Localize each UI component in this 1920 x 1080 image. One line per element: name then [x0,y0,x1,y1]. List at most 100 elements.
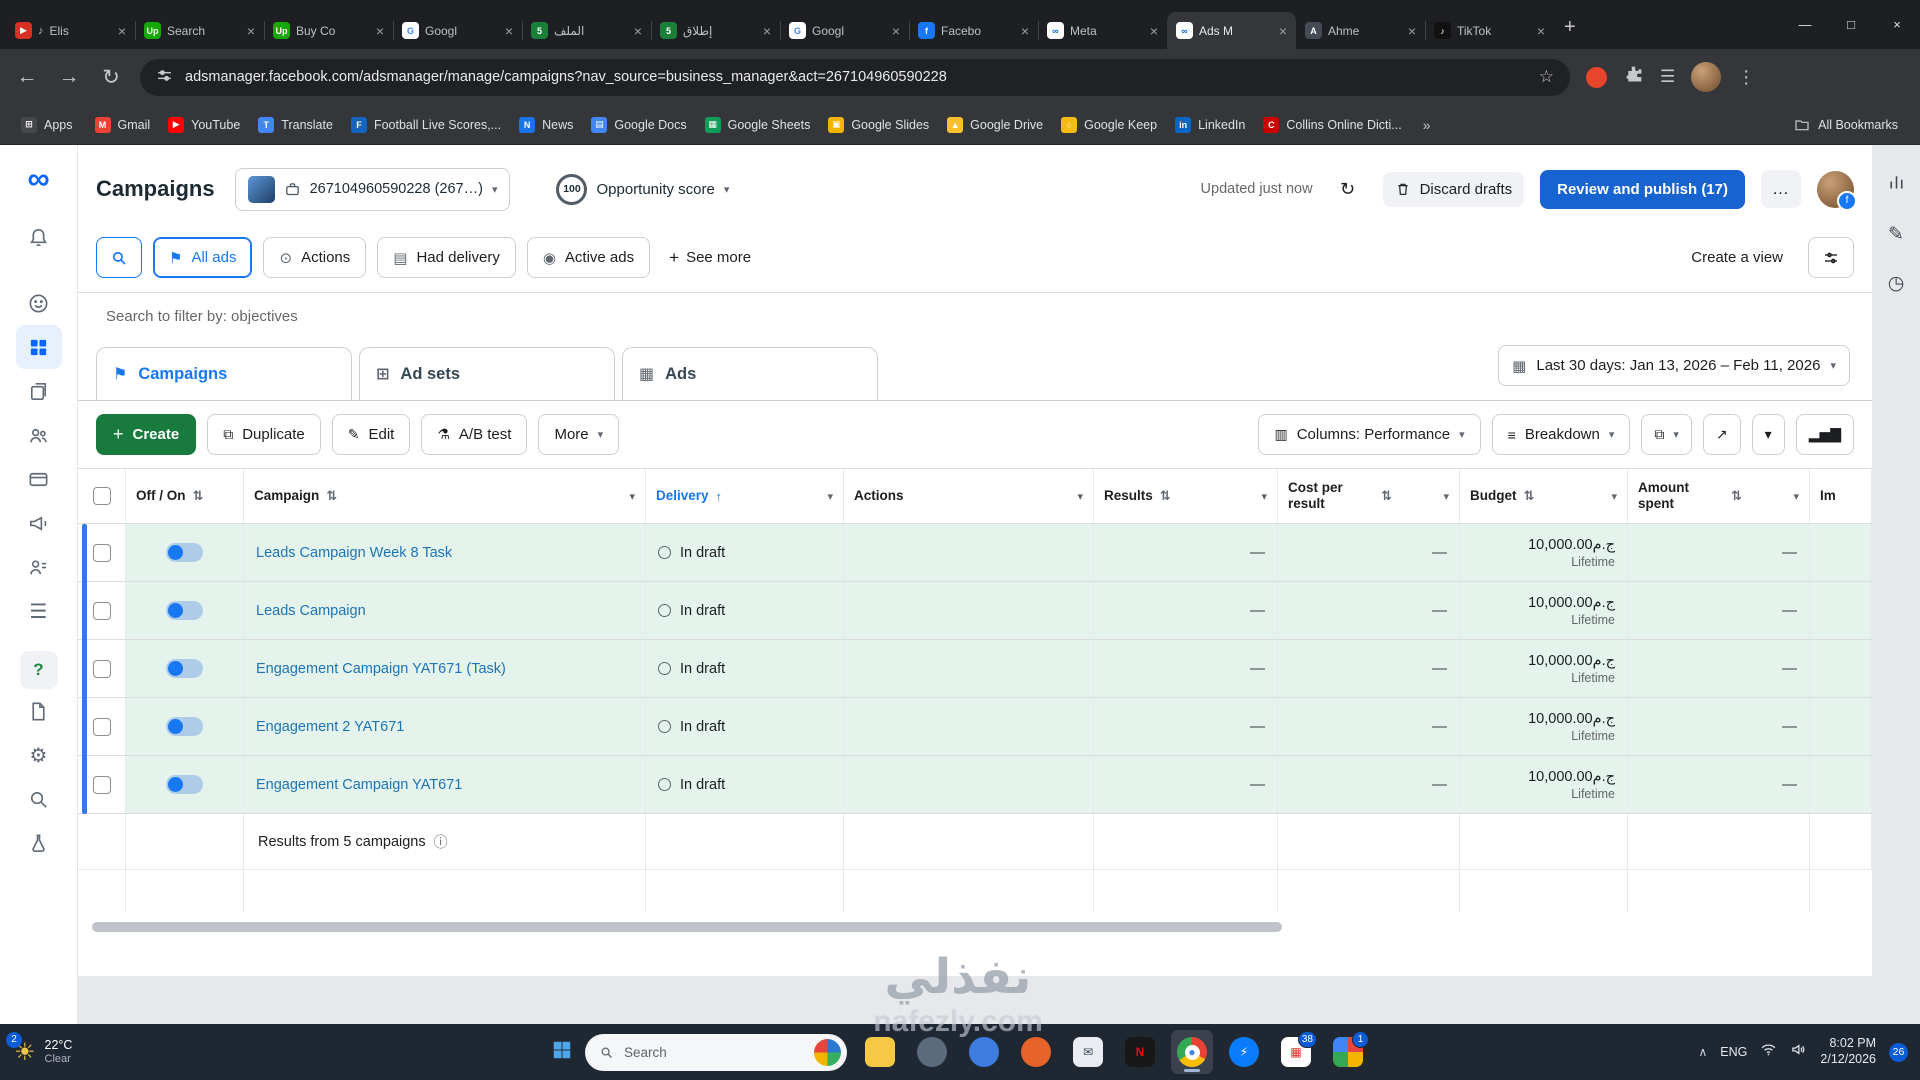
sort-icon[interactable]: ⇅ [326,488,337,504]
browser-tab[interactable]: ∞ Meta × [1038,12,1167,49]
ads-manager-icon[interactable] [15,325,62,369]
breakdown-button[interactable]: ≡ Breakdown ▾ [1491,414,1631,455]
browser-menu-icon[interactable]: ⋮ [1737,67,1755,88]
billing-card-icon[interactable] [16,457,62,501]
start-button[interactable] [551,1039,573,1066]
tab-close-icon[interactable]: × [1279,23,1287,39]
columns-button[interactable]: ▥ Columns: Performance ▾ [1258,414,1481,455]
docs-icon[interactable] [16,689,62,733]
notifications-bell-icon[interactable] [16,215,62,259]
taskbar-app-icon[interactable] [963,1030,1005,1074]
taskbar-app-icon[interactable] [859,1030,901,1074]
reading-list-icon[interactable]: ☰ [1660,67,1675,87]
see-more-button[interactable]: + See more [661,248,759,268]
help-icon[interactable]: ? [19,651,58,689]
bookmark-item[interactable]: T Translate [249,111,342,139]
column-menu-icon[interactable]: ▾ [827,490,833,503]
business-settings-icon[interactable] [16,545,62,589]
labs-flask-icon[interactable] [16,821,62,865]
sort-icon[interactable]: ⇅ [1731,488,1742,504]
history-clock-icon[interactable]: ◷ [1888,272,1905,295]
campaign-toggle[interactable] [166,543,203,562]
row-checkbox[interactable] [92,601,111,620]
bookmarks-overflow-icon[interactable]: » [1415,117,1439,133]
browser-tab[interactable]: ▶ ♪ Elis × [6,12,135,49]
sort-icon[interactable]: ⇅ [1160,488,1171,504]
tab-close-icon[interactable]: × [763,23,771,39]
column-menu-icon[interactable]: ▾ [1261,490,1267,503]
view-settings-button[interactable] [1808,237,1854,278]
column-menu-icon[interactable]: ▾ [1443,490,1449,503]
charts-icon[interactable] [1886,171,1907,197]
campaign-link[interactable]: Leads Campaign [256,603,366,619]
filter-search-button[interactable] [96,237,142,278]
campaign-toggle[interactable] [166,659,203,678]
column-header[interactable]: Delivery ↑ ▾ [646,469,844,523]
browser-tab[interactable]: 5 إطلاق × [651,12,780,49]
back-icon[interactable]: ← [14,65,40,89]
opportunity-score[interactable]: 100 Opportunity score ▾ [556,173,729,205]
tab-close-icon[interactable]: × [247,23,255,39]
bookmark-star-icon[interactable]: ☆ [1539,67,1554,87]
taskbar-app-icon[interactable]: ✉ [1067,1030,1109,1074]
window-control-button[interactable]: □ [1828,0,1874,49]
bookmark-item[interactable]: M Gmail [86,111,160,139]
bookmark-item[interactable]: ▶ YouTube [159,111,249,139]
bookmark-item[interactable]: in LinkedIn [1166,111,1254,139]
select-all-checkbox[interactable] [92,487,111,505]
taskbar-app-icon[interactable]: ● [1171,1030,1213,1074]
browser-tab[interactable]: Up Search × [135,12,264,49]
campaign-toggle[interactable] [166,717,203,736]
bookmark-item[interactable]: ▣ Google Slides [819,111,938,139]
sort-icon[interactable]: ⇅ [1381,488,1392,504]
taskbar-clock[interactable]: 8:02 PM 2/12/2026 [1820,1036,1876,1067]
toolbar-icon-button[interactable]: ↗ [1702,414,1741,455]
campaign-toggle[interactable] [166,775,203,794]
campaign-toggle[interactable] [166,601,203,620]
column-header[interactable]: Budget ⇅ ▾ [1460,469,1628,523]
new-tab-button[interactable]: + [1564,16,1576,39]
campaign-link[interactable]: Leads Campaign Week 8 Task [256,545,452,561]
browser-tab[interactable]: 5 الملف × [522,12,651,49]
weather-widget[interactable]: ☀ 2 22°C Clear [0,1031,86,1067]
toolbar-icon-button[interactable]: ⧉ ▾ [1641,414,1692,455]
settings-gear-icon[interactable]: ⚙ [16,733,62,777]
tab-close-icon[interactable]: × [1408,23,1416,39]
bookmark-item[interactable]: ○ Google Keep [1052,111,1166,139]
toolbar-button[interactable]: ⧉ Duplicate [207,414,321,455]
browser-tab[interactable]: ♪ TikTok × [1425,12,1554,49]
window-control-button[interactable]: — [1782,0,1828,49]
more-options-button[interactable]: … [1761,170,1801,208]
campaign-link[interactable]: Engagement Campaign YAT671 (Task) [256,661,506,677]
account-quality-icon[interactable] [16,281,62,325]
bookmark-item[interactable]: N News [510,111,582,139]
address-bar[interactable]: adsmanager.facebook.com/adsmanager/manag… [140,58,1570,96]
taskbar-search[interactable]: Search [585,1033,847,1071]
toolbar-button[interactable]: ✎ Edit [331,414,411,455]
sort-icon[interactable]: ⇅ [1524,488,1535,504]
sort-icon[interactable]: ↑ [716,489,723,504]
tab-close-icon[interactable]: × [1150,23,1158,39]
level-tab[interactable]: ⚑ Campaigns [96,347,352,400]
refresh-icon[interactable]: ↻ [1328,170,1367,208]
tab-close-icon[interactable]: × [634,23,642,39]
filter-chip[interactable]: ◉ Active ads [526,237,651,278]
info-icon[interactable]: ⓘ [434,832,448,852]
discard-drafts-button[interactable]: Discard drafts [1382,171,1525,207]
bookmark-item[interactable]: ▲ Google Drive [938,111,1052,139]
filter-search-input[interactable] [106,308,1854,325]
column-header[interactable]: Campaign ⇅ ▾ [244,469,646,523]
row-checkbox[interactable] [92,775,111,794]
column-header[interactable]: Im [1810,469,1872,523]
column-menu-icon[interactable]: ▾ [1611,490,1617,503]
bookmark-apps[interactable]: ⊞ Apps [12,111,82,139]
extensions-icon[interactable] [1623,64,1644,90]
edit-pencil-icon[interactable]: ✎ [1888,223,1904,246]
browser-tab[interactable]: ∞ Ads M × [1167,12,1296,49]
column-menu-icon[interactable]: ▾ [629,490,635,503]
browser-tab[interactable]: G Googl × [393,12,522,49]
account-selector[interactable]: 267104960590228 (267…) ▾ [234,167,511,211]
row-checkbox[interactable] [92,659,111,678]
tab-close-icon[interactable]: × [892,23,900,39]
taskbar-app-icon[interactable]: ▦ 38 [1275,1030,1317,1074]
